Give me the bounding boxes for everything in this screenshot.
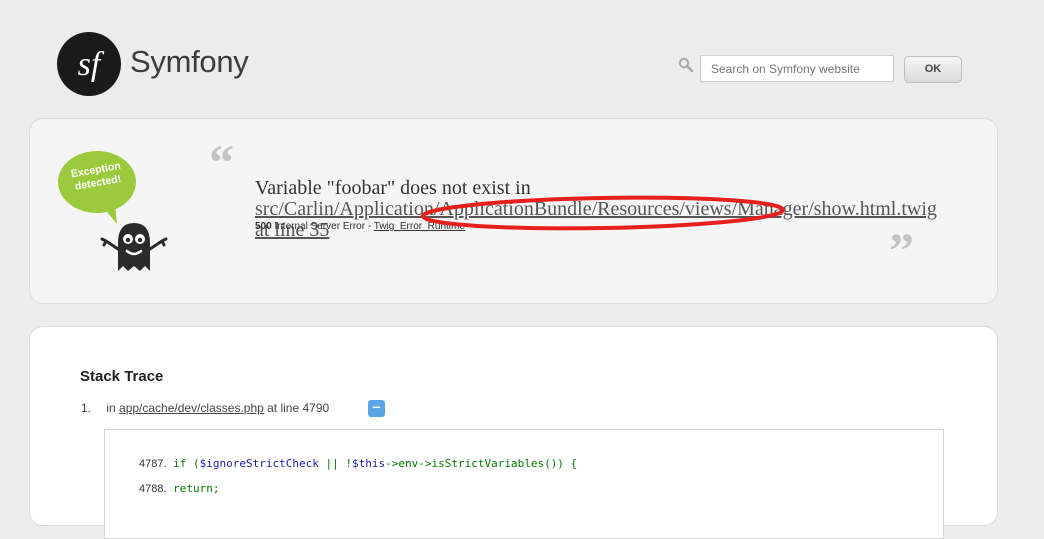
stack-trace-panel: Stack Trace 1. in app/cache/dev/classes.… xyxy=(29,326,998,539)
status-code: 500 xyxy=(255,221,272,232)
line-number: 4787. xyxy=(139,458,167,470)
exception-bubble: Exception detected! xyxy=(57,149,137,224)
close-quote-icon: ” xyxy=(889,222,914,278)
message-prefix: Variable "foobar" does not exist in xyxy=(255,177,531,199)
svg-text:sf: sf xyxy=(78,46,105,83)
search-icon xyxy=(678,57,694,73)
search-input[interactable] xyxy=(700,55,894,82)
code-excerpt: 4787. if ($ignoreStrictCheck || !$this->… xyxy=(104,429,944,539)
status-text: Internal Server Error - xyxy=(274,221,374,232)
code-line: 4788. return; xyxy=(139,482,220,495)
status-line: 500 Internal Server Error - Twig_Error_R… xyxy=(255,221,465,232)
exception-class[interactable]: Twig_Error_Runtime xyxy=(374,221,465,232)
code-var: $ignoreStrictCheck xyxy=(199,457,319,470)
code-rest: ->env->isStrictVariables()) { xyxy=(385,457,578,470)
line-number: 4788. xyxy=(139,483,167,495)
code-var: $this xyxy=(352,457,386,470)
logo-text[interactable]: Symfony xyxy=(130,44,249,80)
toggle-code-button[interactable]: − xyxy=(368,400,385,417)
trace-item-file-link[interactable]: app/cache/dev/classes.php xyxy=(119,401,264,415)
page-header: sf Symfony OK xyxy=(0,0,1044,115)
trace-item-number: 1. xyxy=(81,401,92,415)
code-keyword: return; xyxy=(173,482,220,495)
sf-logo-icon: sf xyxy=(78,46,105,83)
exception-panel: Exception detected! “ Variable "foobar" … xyxy=(29,118,998,304)
code-op: || ! xyxy=(318,457,352,470)
stack-trace-title: Stack Trace xyxy=(80,368,164,385)
code-line: 4787. if ($ignoreStrictCheck || !$this->… xyxy=(139,457,577,470)
ghost-mascot-icon xyxy=(100,223,168,271)
search-ok-button[interactable]: OK xyxy=(904,56,962,83)
code-keyword: if ( xyxy=(173,457,200,470)
open-quote-icon: “ xyxy=(209,134,234,190)
trace-item-line: at line 4790 xyxy=(263,401,330,415)
template-path-link[interactable]: src/Carlin/Application/ApplicationBundle… xyxy=(255,198,937,241)
symfony-logo[interactable]: sf xyxy=(57,32,121,96)
trace-item: 1. in app/cache/dev/classes.php at line … xyxy=(81,401,329,415)
trace-item-prefix: in xyxy=(106,401,120,415)
